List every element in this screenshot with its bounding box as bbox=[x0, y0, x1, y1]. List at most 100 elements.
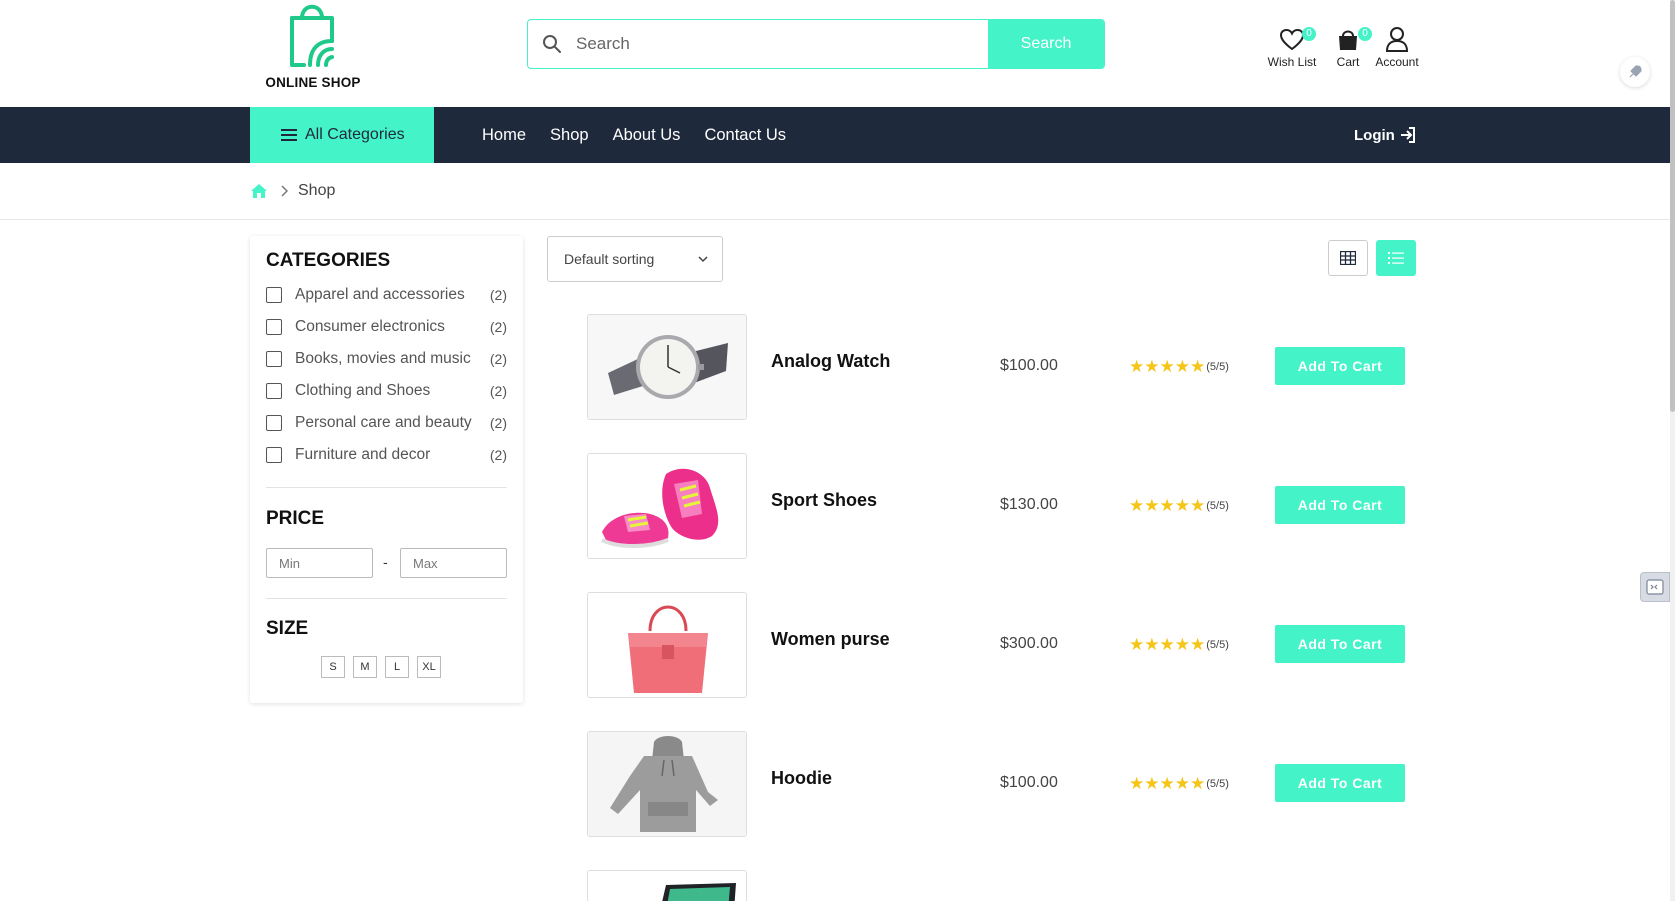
category-checkbox[interactable] bbox=[266, 447, 282, 463]
all-categories-button[interactable]: All Categories bbox=[250, 107, 434, 163]
star-icon: ★ bbox=[1174, 357, 1190, 376]
login-label: Login bbox=[1354, 126, 1395, 144]
site-logo[interactable]: ONLINE SHOP bbox=[252, 1, 374, 93]
category-item[interactable]: Clothing and Shoes (2) bbox=[266, 381, 507, 401]
nav-shop[interactable]: Shop bbox=[550, 126, 589, 145]
category-name: Furniture and decor bbox=[295, 446, 431, 463]
product-image-purse[interactable] bbox=[587, 592, 747, 698]
star-icon: ★ bbox=[1144, 357, 1160, 376]
category-count: (2) bbox=[489, 415, 507, 431]
category-item[interactable]: Apparel and accessories (2) bbox=[266, 285, 507, 305]
sort-select[interactable]: Default sorting bbox=[547, 236, 723, 282]
price-min-input[interactable] bbox=[266, 548, 373, 578]
product-price: $130.00 bbox=[1000, 496, 1058, 513]
star-icon: ★ bbox=[1190, 496, 1206, 515]
product-price: $300.00 bbox=[1000, 635, 1058, 652]
wishlist-count-badge: 0 bbox=[1302, 27, 1316, 41]
product-name[interactable]: Analog Watch bbox=[771, 351, 890, 372]
all-categories-label: All Categories bbox=[305, 126, 405, 143]
menu-icon bbox=[281, 129, 297, 141]
category-checkbox[interactable] bbox=[266, 319, 282, 335]
product-image-laptop[interactable] bbox=[587, 870, 747, 901]
category-checkbox[interactable] bbox=[266, 415, 282, 431]
filter-sidebar: CATEGORIES Apparel and accessories (2) C… bbox=[250, 236, 523, 703]
star-icon: ★ bbox=[1174, 774, 1190, 793]
star-icon: ★ bbox=[1174, 635, 1190, 654]
cart-count-badge: 0 bbox=[1358, 27, 1372, 41]
product-row: Sport Shoes $130.00 ★ ★ ★ ★ ★ (5/5) Add To C… bbox=[587, 453, 1407, 561]
login-icon bbox=[1400, 127, 1415, 143]
price-separator: - bbox=[383, 554, 388, 570]
product-price: $100.00 bbox=[1000, 774, 1058, 791]
grid-view-button[interactable] bbox=[1328, 240, 1368, 276]
login-link[interactable]: Login bbox=[1354, 107, 1417, 163]
scrollbar-thumb[interactable] bbox=[1670, 0, 1675, 412]
product-row: Women purse $300.00 ★ ★ ★ ★ ★ (5/5) Add To C… bbox=[587, 592, 1407, 700]
product-image-shoes[interactable] bbox=[587, 453, 747, 559]
product-row bbox=[587, 870, 1407, 901]
add-to-cart-button[interactable]: Add To Cart bbox=[1275, 764, 1405, 802]
account-label: Account bbox=[1375, 55, 1419, 69]
product-rating: ★ ★ ★ ★ ★ (5/5) bbox=[1129, 358, 1229, 375]
category-checkbox[interactable] bbox=[266, 287, 282, 303]
product-rating: ★ ★ ★ ★ ★ (5/5) bbox=[1129, 775, 1229, 792]
list-view-button[interactable] bbox=[1376, 240, 1416, 276]
nav-about-us[interactable]: About Us bbox=[613, 126, 681, 145]
logo-text: ONLINE SHOP bbox=[265, 75, 361, 90]
star-icon: ★ bbox=[1159, 357, 1175, 376]
chat-icon[interactable] bbox=[1640, 572, 1670, 602]
star-icon: ★ bbox=[1144, 635, 1160, 654]
product-price: $100.00 bbox=[1000, 357, 1058, 374]
product-name[interactable]: Hoodie bbox=[771, 768, 832, 789]
category-checkbox[interactable] bbox=[266, 351, 282, 367]
rating-text: (5/5) bbox=[1206, 777, 1229, 790]
product-image-watch[interactable] bbox=[587, 314, 747, 420]
category-item[interactable]: Personal care and beauty (2) bbox=[266, 413, 507, 433]
cart-link[interactable]: 0 Cart bbox=[1328, 22, 1372, 69]
rating-text: (5/5) bbox=[1206, 360, 1229, 373]
size-option-m[interactable]: M bbox=[353, 656, 377, 678]
category-count: (2) bbox=[489, 351, 507, 367]
add-to-cart-button[interactable]: Add To Cart bbox=[1275, 486, 1405, 524]
size-option-xl[interactable]: XL bbox=[417, 656, 441, 678]
star-icon: ★ bbox=[1190, 357, 1206, 376]
rocket-icon[interactable] bbox=[1620, 57, 1650, 87]
add-to-cart-button[interactable]: Add To Cart bbox=[1275, 625, 1405, 663]
rating-text: (5/5) bbox=[1206, 638, 1229, 651]
product-name[interactable]: Women purse bbox=[771, 629, 890, 650]
star-icon: ★ bbox=[1144, 496, 1160, 515]
search-button[interactable]: Search bbox=[988, 20, 1104, 68]
search-icon bbox=[528, 20, 576, 68]
star-icon: ★ bbox=[1159, 774, 1175, 793]
category-item[interactable]: Books, movies and music (2) bbox=[266, 349, 507, 369]
wishlist-link[interactable]: 0 Wish List bbox=[1262, 22, 1322, 69]
size-option-l[interactable]: L bbox=[385, 656, 409, 678]
category-count: (2) bbox=[489, 287, 507, 303]
category-item[interactable]: Consumer electronics (2) bbox=[266, 317, 507, 337]
rating-text: (5/5) bbox=[1206, 499, 1229, 512]
product-row: Hoodie $100.00 ★ ★ ★ ★ ★ (5/5) Add To Cart bbox=[587, 731, 1407, 839]
nav-contact-us[interactable]: Contact Us bbox=[704, 126, 786, 145]
product-image-hoodie[interactable] bbox=[587, 731, 747, 837]
grid-view-icon bbox=[1340, 251, 1356, 265]
size-option-s[interactable]: S bbox=[321, 656, 345, 678]
product-name[interactable]: Sport Shoes bbox=[771, 490, 877, 511]
sort-label: Default sorting bbox=[564, 251, 655, 267]
category-count: (2) bbox=[489, 383, 507, 399]
category-checkbox[interactable] bbox=[266, 383, 282, 399]
star-icon: ★ bbox=[1190, 774, 1206, 793]
page-scrollbar[interactable] bbox=[1670, 0, 1675, 901]
star-icon: ★ bbox=[1129, 357, 1145, 376]
star-icon: ★ bbox=[1129, 496, 1145, 515]
price-max-input[interactable] bbox=[400, 548, 507, 578]
star-icon: ★ bbox=[1174, 496, 1190, 515]
account-link[interactable]: Account bbox=[1372, 22, 1422, 69]
home-icon[interactable] bbox=[250, 183, 268, 199]
add-to-cart-button[interactable]: Add To Cart bbox=[1275, 347, 1405, 385]
main-nav: All Categories Home Shop About Us Contac… bbox=[0, 107, 1670, 163]
size-options: S M L XL bbox=[321, 656, 449, 678]
nav-home[interactable]: Home bbox=[482, 126, 526, 145]
search-input[interactable] bbox=[576, 20, 988, 68]
category-item[interactable]: Furniture and decor (2) bbox=[266, 445, 507, 465]
site-header: ONLINE SHOP Search 0 Wish List 0 Cart Ac… bbox=[0, 0, 1670, 107]
